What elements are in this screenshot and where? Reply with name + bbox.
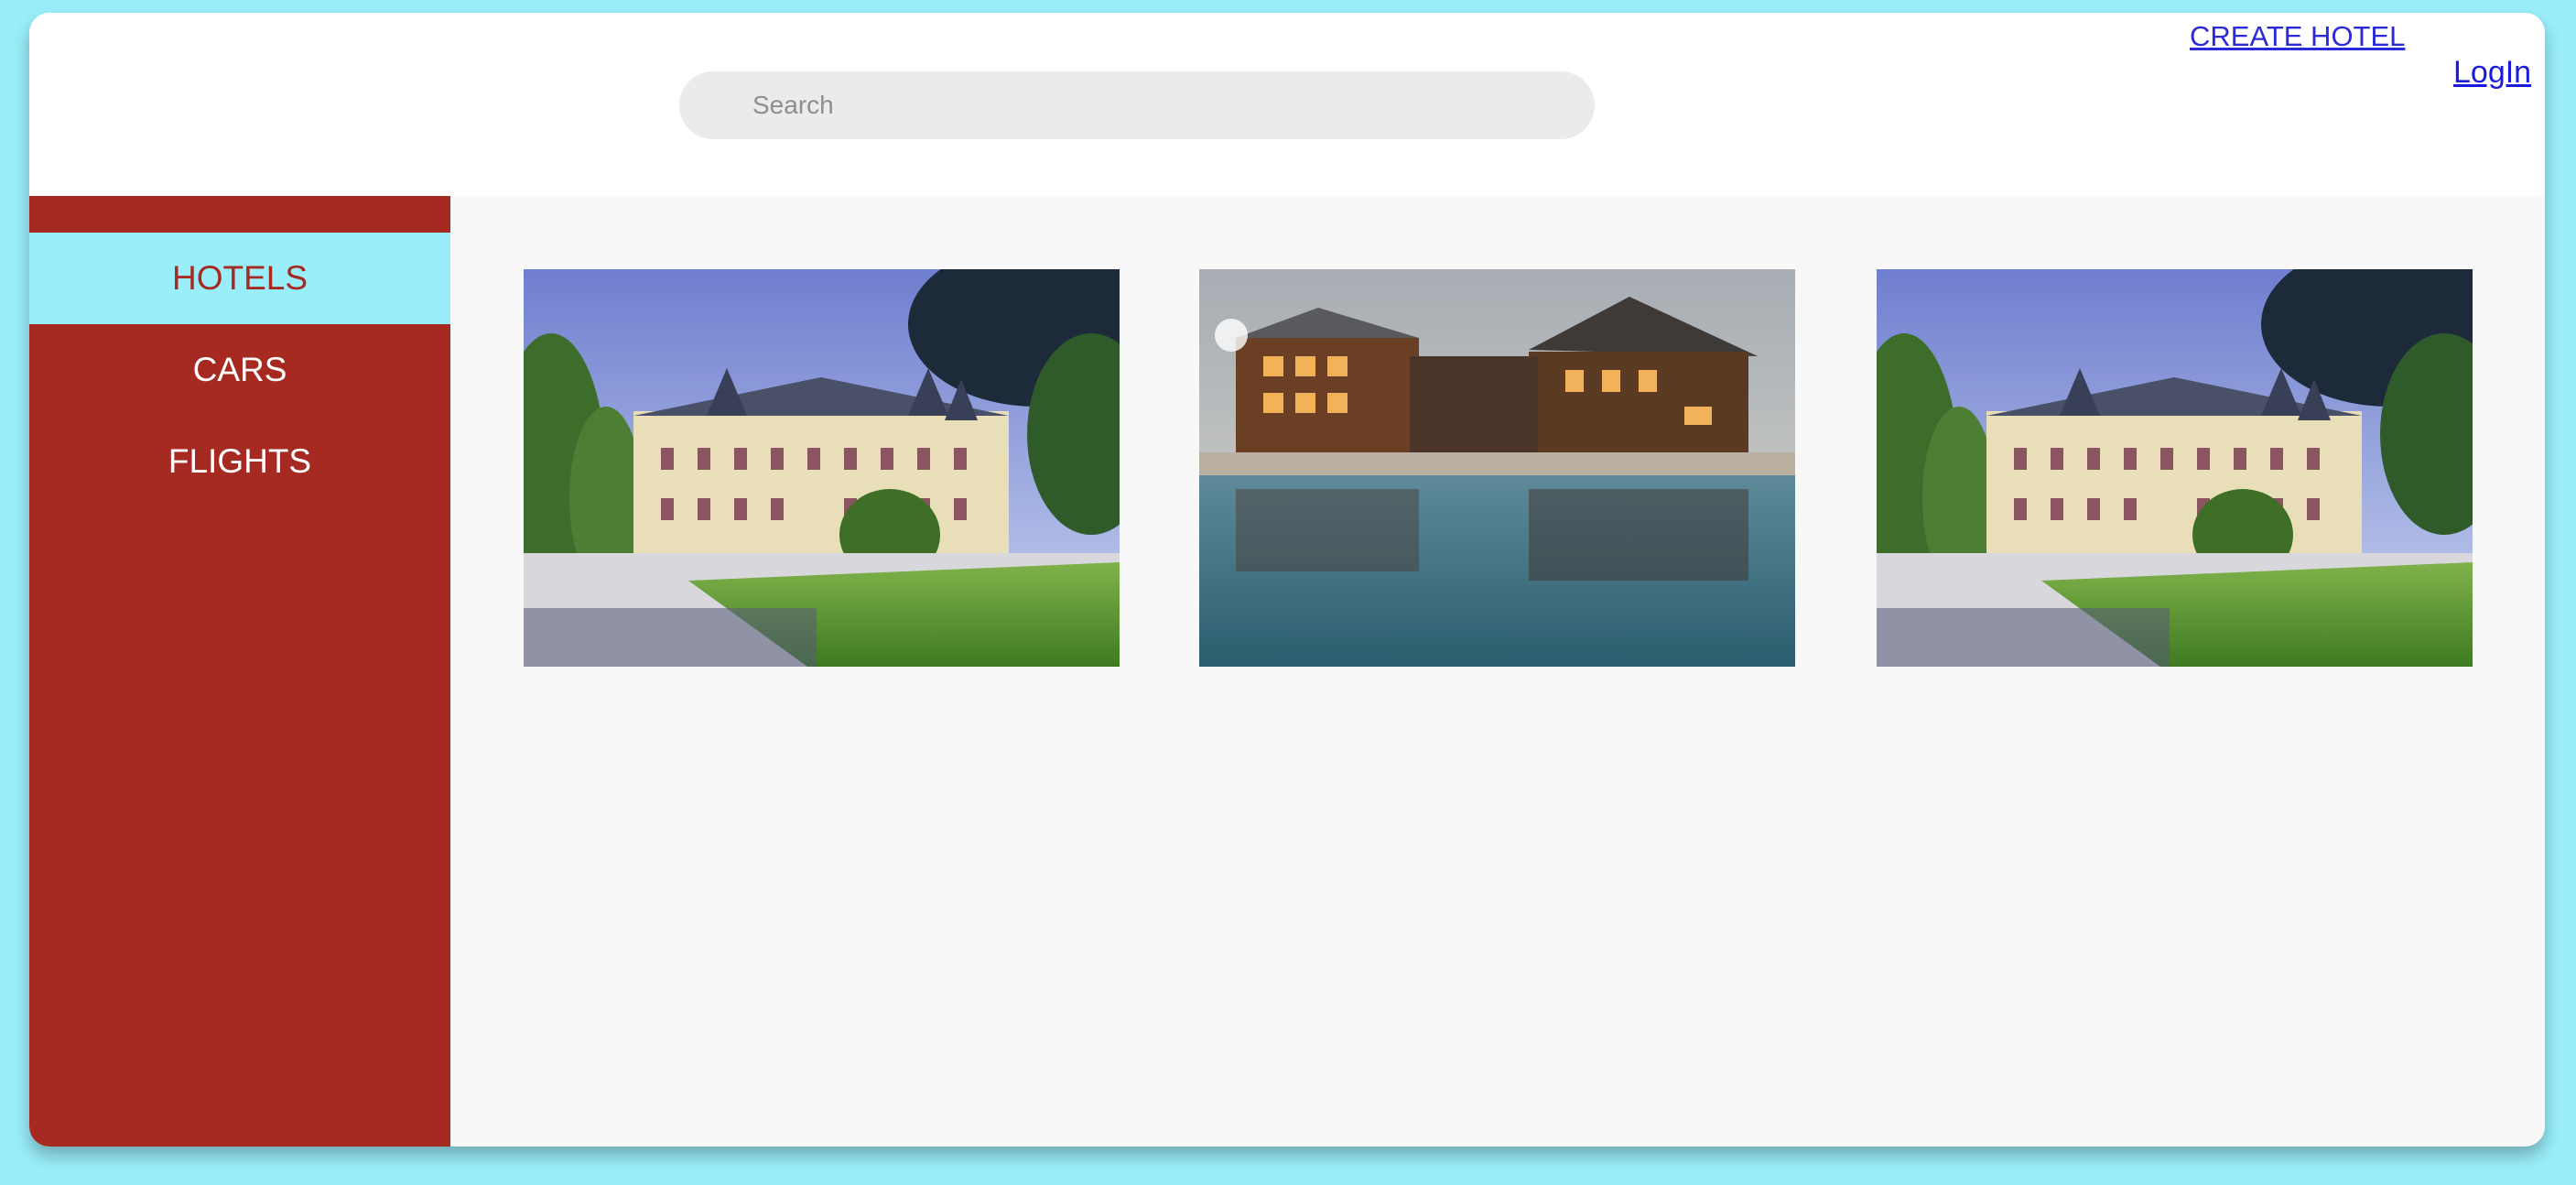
hotel-card-image[interactable] [1877,269,2473,667]
top-bar: CREATE HOTEL LogIn [29,13,2545,196]
app-window: CREATE HOTEL LogIn HOTELS CARS FLIGHTS [29,13,2545,1147]
hotel-card-image[interactable] [1199,269,1795,667]
lodge-pool-image [1199,269,1795,667]
hotel-grid [450,196,2545,1147]
sidebar-item-cars[interactable]: CARS [29,324,450,416]
sidebar: HOTELS CARS FLIGHTS [29,196,450,1147]
chateau-image [1877,269,2473,667]
sidebar-item-hotels[interactable]: HOTELS [29,233,450,324]
sidebar-item-flights[interactable]: FLIGHTS [29,416,450,507]
search-input[interactable] [679,71,1595,139]
create-hotel-link[interactable]: CREATE HOTEL [2190,20,2405,53]
chateau-image [524,269,1120,667]
hotel-card-image[interactable] [524,269,1120,667]
login-link[interactable]: LogIn [2453,55,2531,91]
